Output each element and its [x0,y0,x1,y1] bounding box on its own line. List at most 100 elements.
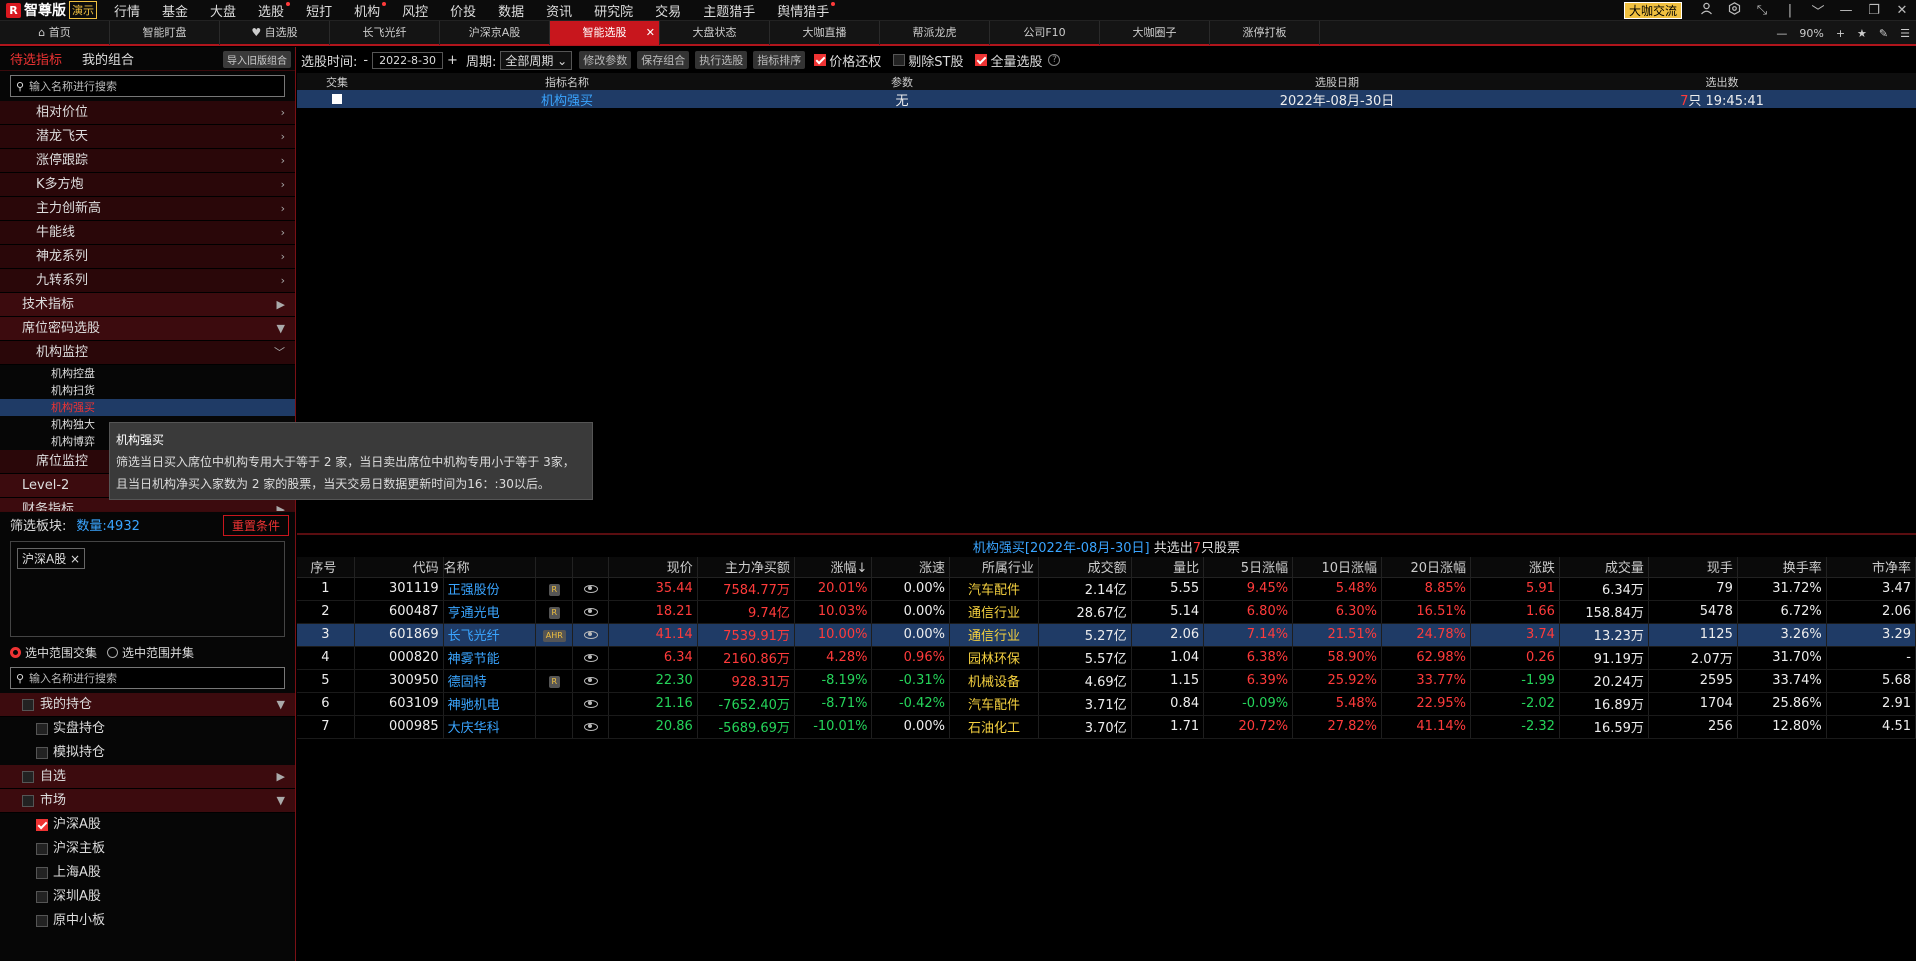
menu-item[interactable]: 舆情猎手 [766,1,840,20]
stock-cell-eye[interactable] [572,669,609,693]
stock-cell-eye[interactable] [572,600,609,624]
period-select[interactable]: 全部周期 ⌄ [500,50,573,70]
exclude-st-checkbox[interactable]: 剔除ST股 [893,51,963,70]
stock-col-header[interactable]: 现手 [1648,557,1738,578]
checkbox[interactable] [36,915,48,927]
stock-col-header[interactable]: 20日涨幅 [1381,557,1471,578]
stock-cell-name[interactable]: 亨通光电 [443,600,537,624]
stock-col-header[interactable] [572,557,609,578]
tab-pending-indicators[interactable]: 待选指标 [0,49,72,68]
checkbox[interactable] [36,723,48,735]
date-input[interactable]: 2022-8-30 [372,51,444,69]
stock-cell-eye[interactable] [572,692,609,716]
menu-item[interactable]: 行情 [103,1,151,20]
market-leaf[interactable]: 沪深A股 [0,813,295,837]
tab-item[interactable]: 长飞光纤 [330,20,440,45]
menu-item[interactable]: 数据 [487,1,535,20]
indicator-leaf[interactable]: 机构扫货 [0,382,295,399]
date-plus-button[interactable]: + [447,53,458,68]
stock-row[interactable]: 1 301119 正强股份 R 35.44 7584.77万 20.01% 0.00% 汽车配件… [297,577,1916,601]
stock-col-header[interactable]: 名称 [443,557,537,578]
tab-item[interactable]: 大咖直播 [770,20,880,45]
stock-col-header[interactable]: 主力净买额 [697,557,795,578]
market-leaf[interactable]: 沪深主板 [0,837,295,861]
menu-item[interactable]: 大盘 [199,1,247,20]
stock-col-header[interactable]: 5日涨幅 [1203,557,1294,578]
stock-cell-name[interactable]: 长飞光纤 [443,623,537,647]
checkbox[interactable] [36,747,48,759]
stock-cell-name[interactable]: 德固特 [443,669,537,693]
checkbox[interactable] [36,843,48,855]
full-pick-checkbox[interactable]: 全量选股 [975,51,1042,70]
menu-item[interactable]: 研究院 [583,1,644,20]
settings-icon[interactable] [1727,2,1741,19]
execute-button[interactable]: 执行选股 [695,51,748,69]
date-minus-button[interactable]: - [363,53,368,68]
holding-leaf[interactable]: 模拟持仓 [0,741,295,765]
indicator-category[interactable]: 牛能线 › [0,221,295,245]
tab-item[interactable]: 沪深京A股 [440,20,550,45]
stock-row[interactable]: 6 603109 神驰机电 21.16 -7652.40万 -8.71% -0.42% 汽车配… [297,692,1916,716]
indicator-category[interactable]: 相对价位 › [0,101,295,125]
minimize-icon[interactable]: — [1839,3,1853,18]
holding-leaf[interactable]: 实盘持仓 [0,717,295,741]
sector-chip[interactable]: 沪深A股 × [17,548,86,569]
star-icon[interactable]: ★ [1857,27,1867,40]
modify-params-button[interactable]: 修改参数 [579,51,632,69]
checkbox[interactable] [36,891,48,903]
indicator-category[interactable]: 神龙系列 › [0,245,295,269]
menu-item[interactable]: 交易 [644,1,692,20]
stock-col-header[interactable]: 序号 [297,557,355,578]
radio-union[interactable] [107,646,119,658]
checkbox[interactable] [22,699,34,711]
category-tech[interactable]: 技术指标 ▶ [0,293,295,317]
stock-cell-eye[interactable] [572,623,609,647]
stock-cell-eye[interactable] [572,715,609,739]
eye-icon[interactable] [583,676,598,685]
remove-icon[interactable]: × [70,552,80,566]
indicator-category[interactable]: K多方炮 › [0,173,295,197]
import-old-combos-button[interactable]: 导入旧版组合 [223,51,291,68]
tab-item[interactable]: 智能盯盘 [110,20,220,45]
menu-list-icon[interactable]: ☰ [1900,27,1910,40]
category-my-holdings[interactable]: 我的持仓 ▼ [0,693,295,717]
indicator-name-link[interactable]: 机构强买 [377,90,757,109]
stock-col-header[interactable]: 涨幅↓ [794,557,873,578]
tab-item[interactable]: 大咖圈子 [1100,20,1210,45]
help-icon[interactable]: ? [1048,54,1061,66]
sector-search[interactable]: ⚲ 输入名称进行搜索 [10,667,285,689]
menu-item[interactable]: 主题猎手 [692,1,766,20]
close-icon[interactable]: ✕ [646,21,655,45]
indicator-leaf[interactable]: 机构强买 [0,399,295,416]
stock-col-header[interactable]: 现价 [608,557,698,578]
tab-item[interactable]: 公司F10 [990,20,1100,45]
indicator-category[interactable]: 潜龙飞天 › [0,125,295,149]
indicator-search[interactable]: ⚲ 输入名称进行搜索 [10,75,285,97]
menu-item[interactable]: 选股 [247,1,295,20]
save-combo-button[interactable]: 保存组合 [637,51,690,69]
eye-icon[interactable] [583,584,598,593]
stock-row[interactable]: 3 601869 长飞光纤 AHR 41.14 7539.91万 10.00% 0.00% 通信… [297,623,1916,647]
checkbox-checked[interactable] [36,819,48,831]
market-leaf[interactable]: 深圳A股 [0,885,295,909]
tab-item[interactable]: ♥ 自选股 [220,20,330,45]
shrink-icon[interactable]: ⤡ [1755,3,1769,18]
eye-icon[interactable] [583,607,598,616]
market-leaf[interactable]: 上海A股 [0,861,295,885]
stock-col-header[interactable]: 成交量 [1559,557,1649,578]
menu-item[interactable]: 价投 [439,1,487,20]
indicator-leaf[interactable]: 机构控盘 [0,365,295,382]
stock-cell-eye[interactable] [572,646,609,670]
stock-col-header[interactable]: 市净率 [1826,557,1916,578]
stock-col-header[interactable]: 量比 [1131,557,1205,578]
tab-my-combos[interactable]: 我的组合 [72,49,144,68]
reset-button[interactable]: 重置条件 [222,515,289,536]
category-inst-monitor[interactable]: 机构监控 ﹀ [0,341,295,365]
sort-indicators-button[interactable]: 指标排序 [753,51,806,69]
stock-col-header[interactable]: 所属行业 [949,557,1039,578]
checkbox[interactable] [22,795,34,807]
tab-item[interactable]: 帮派龙虎 [880,20,990,45]
tab-item[interactable]: 大盘状态 [660,20,770,45]
menu-item[interactable]: 短打 [295,1,343,20]
eye-icon[interactable] [583,653,598,662]
